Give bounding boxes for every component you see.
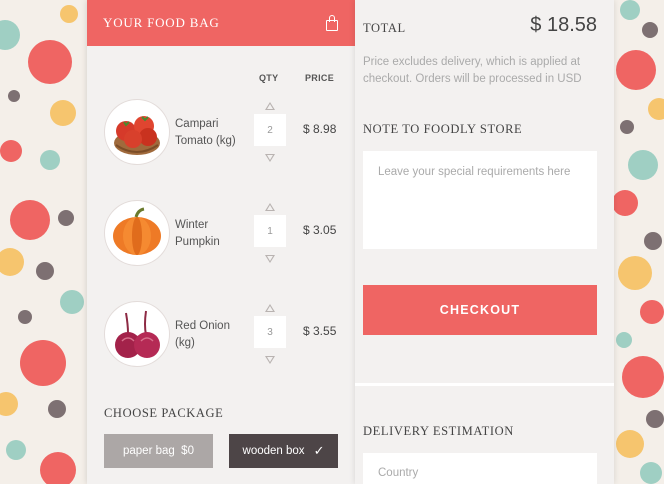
package-option-label: paper bag $0: [123, 445, 194, 457]
qty-decrease-button[interactable]: [265, 356, 275, 364]
qty-decrease-button[interactable]: [265, 154, 275, 162]
food-bag-title: YOUR FOOD BAG: [103, 15, 220, 30]
chevron-up-icon: [265, 304, 275, 312]
checkmark-icon: ✓: [313, 443, 325, 458]
package-option-label: wooden box: [242, 445, 305, 457]
qty-input[interactable]: 2: [254, 114, 286, 146]
total-label: TOTAL: [363, 21, 406, 35]
onion-image: [105, 302, 169, 366]
order-summary-panel: TOTAL $ 18.58 Price excludes delivery, w…: [355, 0, 614, 484]
item-price: $ 8.98: [303, 122, 337, 136]
item-price: $ 3.05: [303, 223, 337, 237]
column-headers: QTY PRICE: [87, 73, 355, 85]
food-bag-header: YOUR FOOD BAG: [87, 0, 355, 46]
qty-header: QTY: [259, 73, 279, 83]
qty-input[interactable]: 3: [254, 316, 286, 348]
qty-input[interactable]: 1: [254, 215, 286, 247]
item-price: $ 3.55: [303, 324, 337, 338]
item-name: Red Onion (kg): [175, 320, 230, 349]
qty-increase-button[interactable]: [265, 304, 275, 312]
package-paper-bag-button[interactable]: paper bag $0: [104, 434, 213, 468]
cart-item-pumpkin: Winter Pumpkin 1 $ 3.05: [87, 201, 355, 271]
shopping-bag-icon[interactable]: [325, 15, 339, 31]
package-wooden-box-button[interactable]: wooden box ✓: [229, 434, 338, 468]
chevron-up-icon: [265, 203, 275, 211]
item-name: Winter Pumpkin: [175, 219, 220, 248]
qty-decrease-button[interactable]: [265, 255, 275, 263]
tomato-image: [105, 100, 169, 164]
qty-increase-button[interactable]: [265, 102, 275, 110]
country-input[interactable]: [363, 453, 597, 484]
store-note-textarea[interactable]: [363, 151, 597, 249]
checkout-button[interactable]: CHECKOUT: [363, 285, 597, 335]
cart-item-tomato: Campari Tomato (kg) 2 $ 8.98: [87, 100, 355, 170]
divider: [355, 383, 614, 386]
pumpkin-image: [105, 201, 169, 265]
chevron-up-icon: [265, 102, 275, 110]
delivery-estimation-title: DELIVERY ESTIMATION: [363, 424, 514, 438]
total-value: $ 18.58: [530, 14, 597, 36]
chevron-down-icon: [265, 356, 275, 364]
chevron-down-icon: [265, 154, 275, 162]
food-bag-panel: YOUR FOOD BAG QTY PRICE Campari Tomato (…: [87, 0, 355, 484]
choose-package-title: CHOOSE PACKAGE: [104, 406, 224, 420]
price-note: Price excludes delivery, which is applie…: [363, 56, 582, 85]
item-name: Campari Tomato (kg): [175, 118, 236, 147]
note-title: NOTE TO FOODLY STORE: [363, 122, 523, 136]
chevron-down-icon: [265, 255, 275, 263]
qty-increase-button[interactable]: [265, 203, 275, 211]
cart-item-onion: Red Onion (kg) 3 $ 3.55: [87, 302, 355, 372]
price-header: PRICE: [305, 73, 335, 83]
